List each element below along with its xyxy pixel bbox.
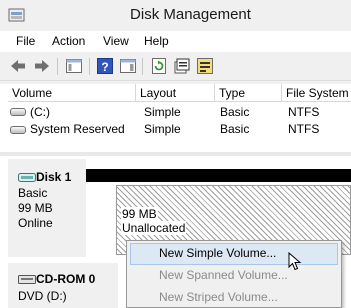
show-hide-console-tree-icon[interactable] <box>65 57 83 75</box>
volume-layout: Simple <box>144 122 181 136</box>
column-header-volume[interactable]: Volume <box>8 84 136 102</box>
volume-name: System Reserved <box>30 122 125 136</box>
toolbar-separator <box>57 58 58 75</box>
menu-view[interactable]: View <box>103 34 129 48</box>
menu-file[interactable]: File <box>16 34 35 48</box>
menu-help[interactable]: Help <box>144 34 169 48</box>
cdrom-kind: DVD (D:) <box>18 289 67 303</box>
menu-item-new-simple-volume[interactable]: New Simple Volume... <box>130 243 338 265</box>
properties-icon[interactable] <box>173 57 191 75</box>
partition-state: Unallocated <box>121 221 187 235</box>
disk-size: 99 MB <box>18 201 53 215</box>
column-header-file-system[interactable]: File System <box>282 84 351 102</box>
volume-file-system: NTFS <box>288 105 320 119</box>
drive-icon <box>10 108 26 116</box>
partition-size: 99 MB <box>121 207 158 221</box>
disk-icon <box>18 173 36 182</box>
column-header-layout[interactable]: Layout <box>136 84 215 102</box>
forward-arrow-icon[interactable] <box>33 57 51 75</box>
context-menu: New Simple Volume... New Spanned Volume.… <box>126 240 342 308</box>
volume-file-system: NTFS <box>288 122 320 136</box>
toolbar-separator <box>89 58 90 75</box>
help-icon[interactable]: ? <box>96 57 114 75</box>
disk-kind: Basic <box>18 186 48 200</box>
drive-icon <box>10 126 26 134</box>
menu-bar: File Action View Help <box>0 31 351 52</box>
unallocated-header-bar <box>86 169 351 182</box>
cdrom-name: CD-ROM 0 <box>36 272 96 286</box>
disk-status: Online <box>18 216 53 230</box>
menu-item-new-spanned-volume[interactable]: New Spanned Volume... <box>130 265 338 287</box>
disk-1-label[interactable]: Disk 1 Basic 99 MB Online <box>8 159 86 257</box>
window-title: Disk Management <box>130 6 251 23</box>
volume-list: Volume Layout Type File System (C:) Simp… <box>0 84 351 152</box>
toolbar-separator <box>142 58 143 75</box>
mouse-pointer-icon <box>288 252 302 271</box>
refresh-icon[interactable] <box>150 57 168 75</box>
menu-item-new-striped-volume[interactable]: New Striped Volume... <box>130 287 338 308</box>
volume-layout: Simple <box>144 105 181 119</box>
disk-list-icon[interactable] <box>196 57 214 75</box>
column-header-type[interactable]: Type <box>215 84 282 102</box>
cdrom-0-label[interactable]: CD-ROM 0 DVD (D:) <box>8 263 118 308</box>
disk-name: Disk 1 <box>36 170 72 184</box>
show-hide-action-pane-icon[interactable] <box>119 57 137 75</box>
svg-text:?: ? <box>101 60 108 74</box>
volume-name: (C:) <box>30 105 50 119</box>
back-arrow-icon[interactable] <box>9 57 27 75</box>
toolbar: ? <box>0 52 351 81</box>
cdrom-icon <box>18 275 36 284</box>
title-bar: Disk Management <box>0 0 351 31</box>
volume-type: Basic <box>220 122 250 136</box>
volume-type: Basic <box>220 105 250 119</box>
menu-action[interactable]: Action <box>52 34 85 48</box>
